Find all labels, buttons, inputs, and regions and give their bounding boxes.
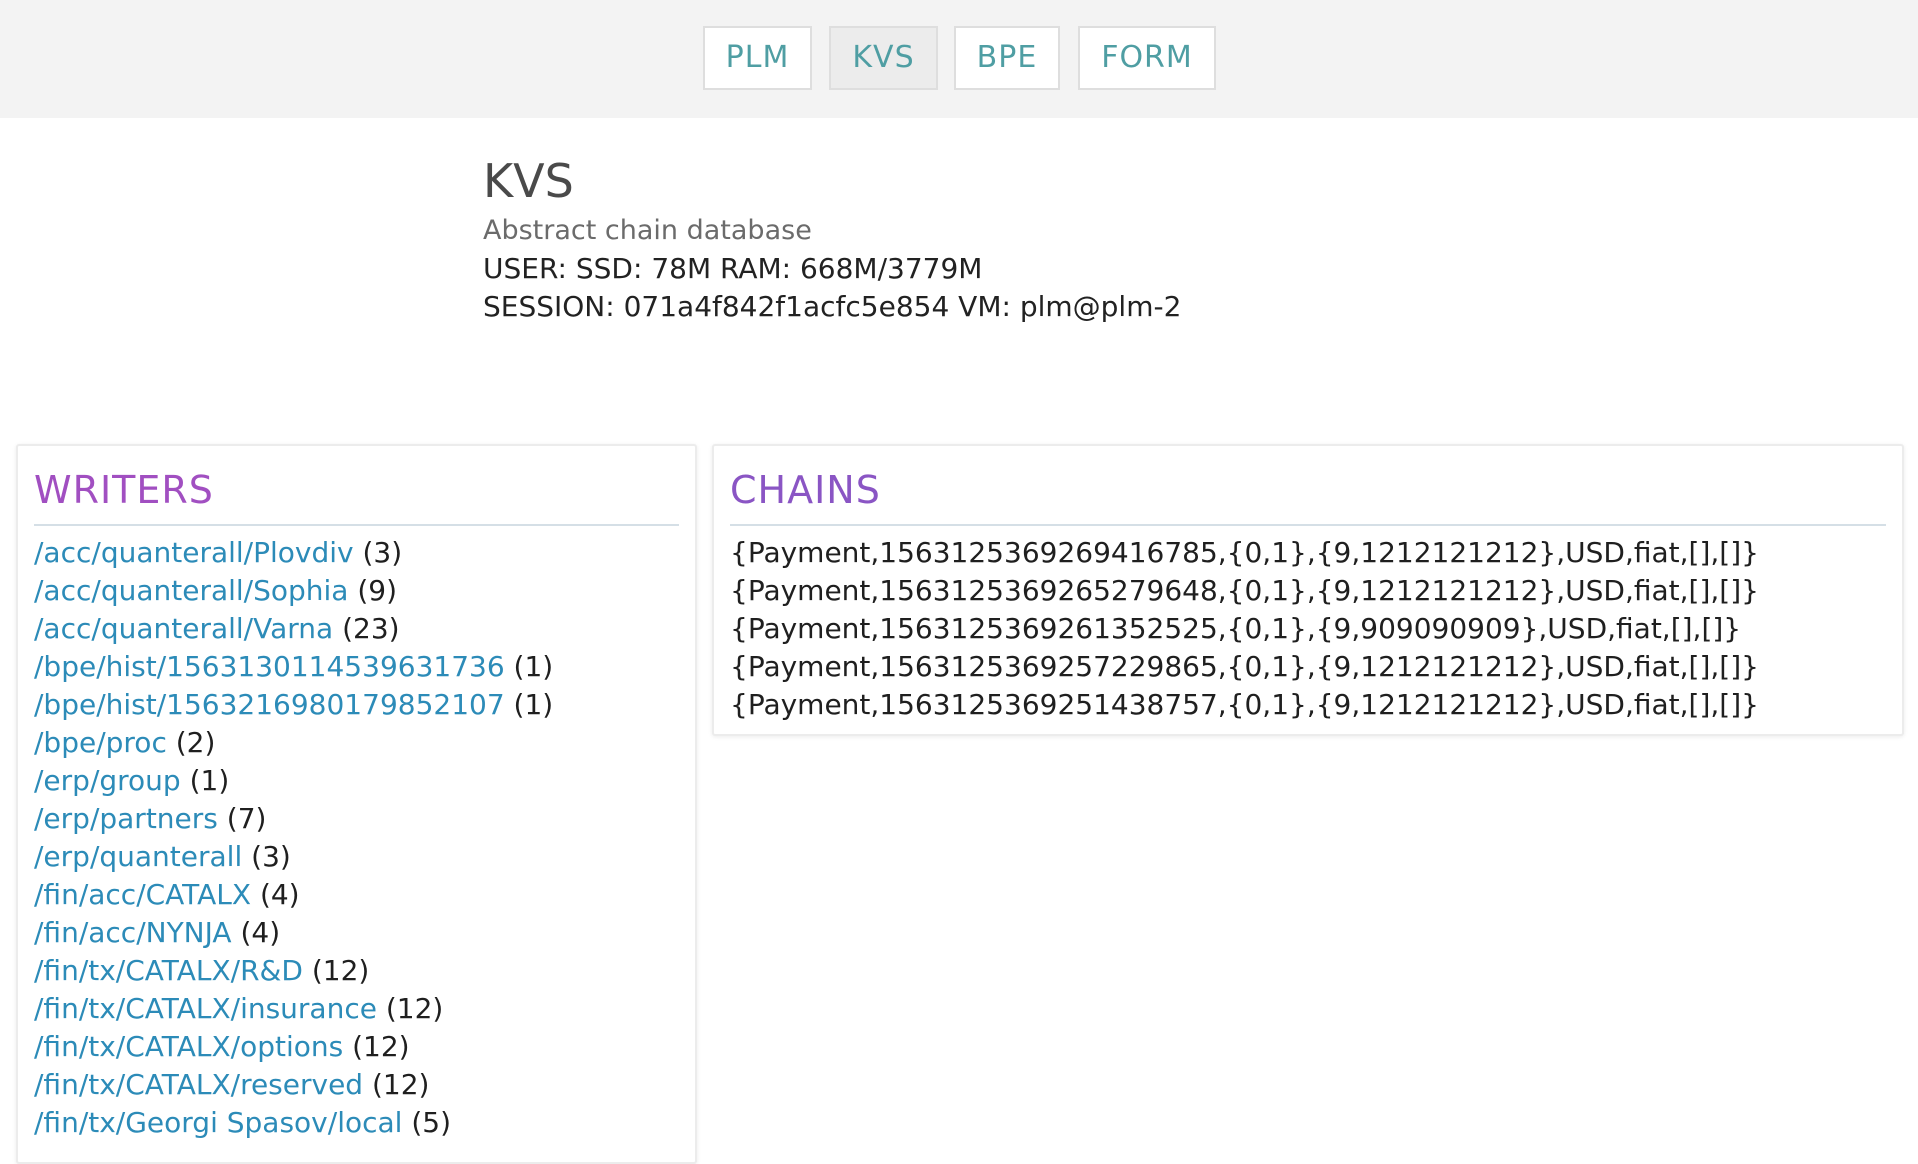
chains-list: {Payment,1563125369269416785,{0,1},{9,12… bbox=[730, 534, 1886, 724]
writer-link[interactable]: /fin/tx/CATALX/reserved bbox=[34, 1068, 363, 1101]
writer-link[interactable]: /fin/acc/NYNJA bbox=[34, 916, 232, 949]
chain-entry: {Payment,1563125369251438757,{0,1},{9,12… bbox=[730, 688, 1759, 721]
writer-count: (1) bbox=[513, 650, 554, 683]
writer-link[interactable]: /erp/group bbox=[34, 764, 181, 797]
writer-count: (1) bbox=[513, 688, 554, 721]
writer-count: (23) bbox=[342, 612, 400, 645]
writer-row: /fin/tx/CATALX/options (12) bbox=[34, 1028, 679, 1066]
writer-link[interactable]: /bpe/hist/1563216980179852107 bbox=[34, 688, 505, 721]
page-title: KVS bbox=[483, 154, 574, 208]
writer-link[interactable]: /erp/partners bbox=[34, 802, 218, 835]
writers-panel: WRITERS /acc/quanterall/Plovdiv (3)/acc/… bbox=[16, 444, 697, 1164]
writer-count: (9) bbox=[357, 574, 398, 607]
writer-row: /bpe/proc (2) bbox=[34, 724, 679, 762]
writer-row: /fin/acc/CATALX (4) bbox=[34, 876, 679, 914]
writer-link[interactable]: /fin/tx/CATALX/options bbox=[34, 1030, 343, 1063]
writer-row: /bpe/hist/1563216980179852107 (1) bbox=[34, 686, 679, 724]
session-line: SESSION: 071a4f842f1acfc5e854 VM: plm@pl… bbox=[483, 290, 1182, 323]
writer-count: (12) bbox=[385, 992, 444, 1025]
writer-row: /erp/quanterall (3) bbox=[34, 838, 679, 876]
chains-panel: CHAINS {Payment,1563125369269416785,{0,1… bbox=[712, 444, 1904, 736]
writer-link[interactable]: /fin/tx/CATALX/R&D bbox=[34, 954, 303, 987]
writer-count: (4) bbox=[259, 878, 300, 911]
writer-row: /fin/tx/CATALX/reserved (12) bbox=[34, 1066, 679, 1104]
writer-link[interactable]: /fin/acc/CATALX bbox=[34, 878, 251, 911]
chain-entry: {Payment,1563125369261352525,{0,1},{9,90… bbox=[730, 612, 1742, 645]
writer-row: /fin/tx/CATALX/R&D (12) bbox=[34, 952, 679, 990]
top-navigation-bar: PLM KVS BPE FORM bbox=[0, 0, 1918, 118]
writer-count: (12) bbox=[352, 1030, 410, 1063]
writer-link[interactable]: /fin/tx/CATALX/insurance bbox=[34, 992, 377, 1025]
writer-count: (12) bbox=[311, 954, 370, 987]
writers-title: WRITERS bbox=[34, 464, 679, 526]
chain-entry: {Payment,1563125369269416785,{0,1},{9,12… bbox=[730, 536, 1759, 569]
writer-row: /fin/tx/Georgi Spasov/local (5) bbox=[34, 1104, 679, 1142]
writers-list: /acc/quanterall/Plovdiv (3)/acc/quantera… bbox=[34, 534, 679, 1142]
writer-row: /fin/acc/NYNJA (4) bbox=[34, 914, 679, 952]
writer-count: (3) bbox=[362, 536, 403, 569]
writer-count: (1) bbox=[189, 764, 230, 797]
chain-entry: {Payment,1563125369257229865,{0,1},{9,12… bbox=[730, 650, 1759, 683]
writer-count: (12) bbox=[372, 1068, 430, 1101]
writer-link[interactable]: /acc/quanterall/Varna bbox=[34, 612, 333, 645]
user-resources-line: USER: SSD: 78M RAM: 668M/3779M bbox=[483, 252, 983, 285]
writer-row: /acc/quanterall/Varna (23) bbox=[34, 610, 679, 648]
writer-link[interactable]: /acc/quanterall/Plovdiv bbox=[34, 536, 354, 569]
writer-row: /acc/quanterall/Plovdiv (3) bbox=[34, 534, 679, 572]
writer-row: /erp/group (1) bbox=[34, 762, 679, 800]
writer-count: (2) bbox=[175, 726, 216, 759]
tab-form[interactable]: FORM bbox=[1078, 26, 1216, 90]
writer-row: /bpe/hist/1563130114539631736 (1) bbox=[34, 648, 679, 686]
tab-kvs[interactable]: KVS bbox=[829, 26, 938, 90]
chain-entry: {Payment,1563125369265279648,{0,1},{9,12… bbox=[730, 574, 1759, 607]
page-header: KVS Abstract chain database USER: SSD: 7… bbox=[483, 150, 1181, 326]
writer-link[interactable]: /acc/quanterall/Sophia bbox=[34, 574, 348, 607]
writer-link[interactable]: /bpe/proc bbox=[34, 726, 167, 759]
chains-title: CHAINS bbox=[730, 464, 1886, 526]
writer-link[interactable]: /fin/tx/Georgi Spasov/local bbox=[34, 1106, 402, 1139]
tab-bpe[interactable]: BPE bbox=[954, 26, 1060, 90]
writer-row: /erp/partners (7) bbox=[34, 800, 679, 838]
writer-count: (5) bbox=[411, 1106, 452, 1139]
writer-link[interactable]: /bpe/hist/1563130114539631736 bbox=[34, 650, 505, 683]
writer-link[interactable]: /erp/quanterall bbox=[34, 840, 242, 873]
tab-plm[interactable]: PLM bbox=[703, 26, 812, 90]
writer-count: (4) bbox=[240, 916, 281, 949]
writer-count: (7) bbox=[226, 802, 267, 835]
writer-row: /acc/quanterall/Sophia (9) bbox=[34, 572, 679, 610]
writer-count: (3) bbox=[251, 840, 291, 873]
page-subtitle: Abstract chain database bbox=[483, 215, 812, 246]
writer-row: /fin/tx/CATALX/insurance (12) bbox=[34, 990, 679, 1028]
